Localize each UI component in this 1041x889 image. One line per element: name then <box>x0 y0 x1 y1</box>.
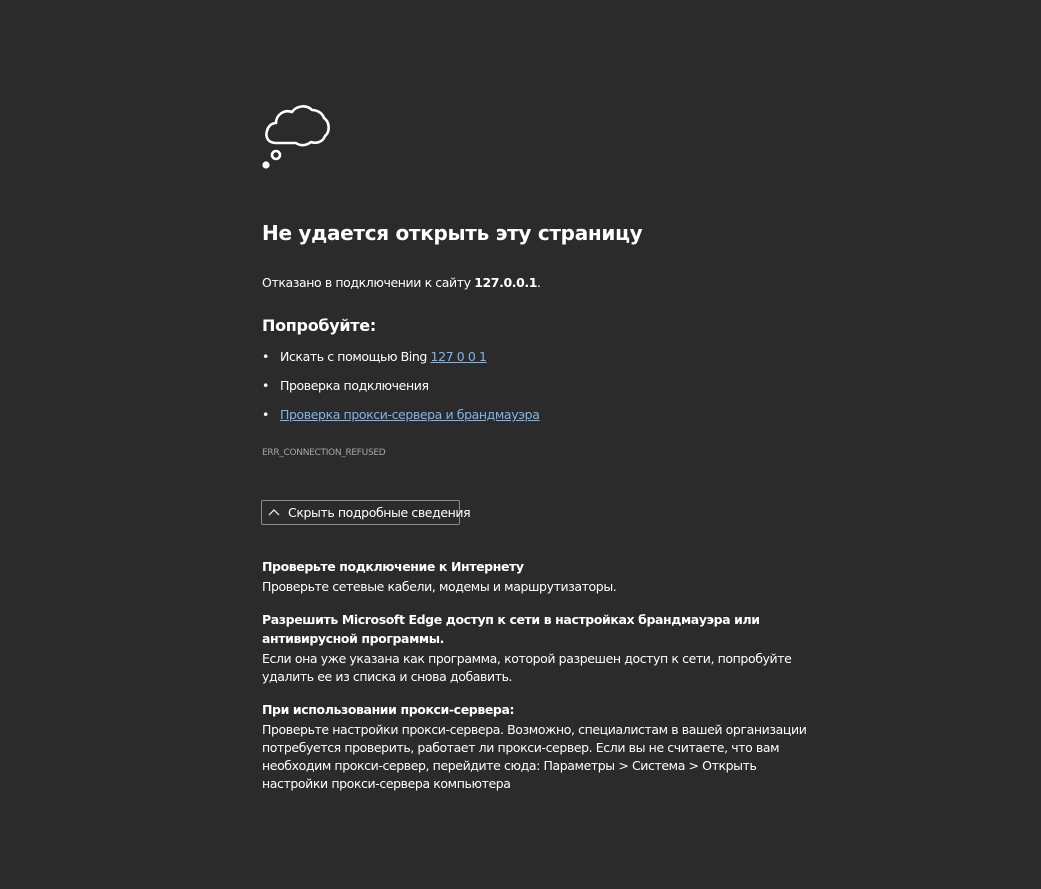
suggestion-text: Проверка подключения <box>280 378 429 393</box>
details-heading: Проверьте подключение к Интернету <box>262 559 524 574</box>
suggestion-search-bing: • Искать с помощью Bing 127 0 0 1 <box>262 349 539 378</box>
try-heading: Попробуйте: <box>262 316 376 335</box>
cloud-thought-icon <box>262 105 330 169</box>
page-title: Не удается открыть эту страницу <box>262 221 643 245</box>
hide-details-label: Скрыть подробные сведения <box>288 505 471 520</box>
details-section-firewall: Разрешить Microsoft Edge доступ к сети в… <box>262 610 810 686</box>
suggestions-list: • Искать с помощью Bing 127 0 0 1 • Провер… <box>262 349 540 436</box>
connection-refused-message: Отказано в подключении к сайту 127.0.0.1… <box>262 275 541 290</box>
details-panel: Проверьте подключение к Интернету Провер… <box>262 557 810 807</box>
check-proxy-firewall-link[interactable]: Проверка прокси-сервера и брандмауэра <box>280 407 540 422</box>
details-body: Проверьте настройки прокси-сервера. Возм… <box>262 722 807 791</box>
details-heading: При использовании прокси-сервера: <box>262 702 515 717</box>
details-body: Если она уже указана как программа, кото… <box>262 651 792 684</box>
details-section-internet: Проверьте подключение к Интернету Провер… <box>262 557 810 596</box>
suggestion-text: Искать с помощью Bing <box>280 349 431 364</box>
details-heading: Разрешить Microsoft Edge доступ к сети в… <box>262 612 760 646</box>
suggestion-check-proxy: • Проверка прокси-сервера и брандмауэра <box>262 407 540 436</box>
chevron-up-icon <box>268 509 280 516</box>
bing-search-link[interactable]: 127 0 0 1 <box>431 349 487 364</box>
refused-host: 127.0.0.1 <box>474 275 538 290</box>
bullet: • <box>262 407 269 422</box>
suggestion-check-connection: • Проверка подключения <box>262 378 539 407</box>
error-code: ERR_CONNECTION_REFUSED <box>262 448 386 458</box>
details-section-proxy: При использовании прокси-сервера: Провер… <box>262 700 810 793</box>
bullet: • <box>262 378 269 393</box>
details-body: Проверьте сетевые кабели, модемы и маршр… <box>262 579 617 594</box>
error-page: Не удается открыть эту страницу Отказано… <box>0 0 1041 889</box>
refused-prefix: Отказано в подключении к сайту <box>262 275 475 290</box>
bullet: • <box>262 349 269 364</box>
hide-details-button[interactable]: Скрыть подробные сведения <box>261 500 471 525</box>
refused-suffix: . <box>537 275 541 290</box>
